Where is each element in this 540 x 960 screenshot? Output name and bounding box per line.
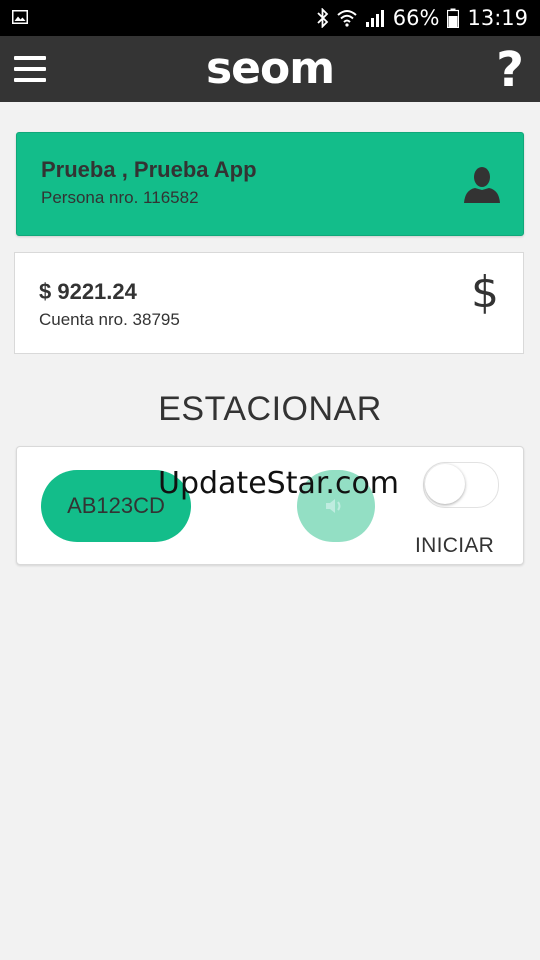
app-logo: seom [0, 44, 540, 94]
account-number: Cuenta nro. 38795 [39, 310, 180, 329]
account-balance: $ 9221.24 [39, 279, 137, 304]
toggle-knob [425, 464, 465, 504]
bluetooth-icon [317, 8, 329, 28]
dollar-icon: $ [471, 267, 499, 318]
battery-percent: 66% [392, 6, 440, 30]
user-icon [464, 167, 500, 203]
person-name: Prueba , Prueba App [41, 157, 257, 182]
help-button[interactable]: ? [492, 42, 528, 98]
status-bar: 66% 13:19 [0, 0, 540, 36]
logo-text: seom [205, 43, 335, 94]
app-bar: seom ? [0, 36, 540, 102]
parking-card: AB123CD INICIAR [16, 446, 524, 565]
section-title-estacionar: ESTACIONAR [158, 390, 382, 428]
signal-icon [365, 10, 384, 27]
iniciar-toggle[interactable] [423, 461, 499, 508]
clock: 13:19 [467, 6, 528, 30]
person-card[interactable]: Prueba , Prueba App Persona nro. 116582 [16, 132, 524, 236]
watermark: UpdateStar.com [158, 466, 400, 501]
image-icon [12, 10, 28, 24]
iniciar-label: INICIAR [415, 534, 495, 557]
person-number: Persona nro. 116582 [41, 188, 199, 207]
wifi-icon [337, 10, 357, 27]
account-card[interactable]: $ 9221.24 Cuenta nro. 38795 $ [14, 252, 524, 354]
battery-icon [447, 8, 460, 28]
